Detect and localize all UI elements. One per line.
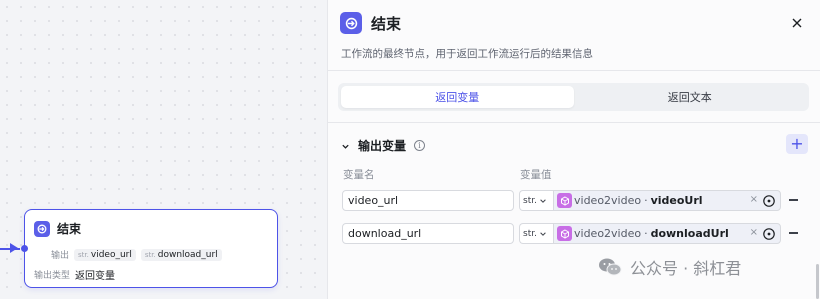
reference-node-name: video2video [574, 194, 642, 207]
end-node-card[interactable]: 结束 输出 str. video_url str. download_url 输… [21, 209, 278, 288]
workflow-canvas[interactable]: 结束 输出 str. video_url str. download_url 输… [0, 0, 327, 299]
tab-return-variable[interactable]: 返回变量 [341, 86, 574, 108]
node-output-row: 输出 str. video_url str. download_url [51, 248, 222, 261]
reference-variable-name: downloadUrl [650, 227, 729, 240]
chevron-down-icon [540, 231, 546, 236]
node-output-type-row: 输出类型 返回变量 [34, 267, 115, 282]
chevron-down-icon[interactable] [341, 136, 350, 155]
watermark-text: 公众号 · 斜杠君 [630, 259, 742, 278]
variable-type-select[interactable]: str. [519, 190, 553, 211]
target-icon[interactable] [762, 194, 776, 208]
variable-reference-field[interactable]: video2video · downloadUrl × [553, 223, 781, 244]
variable-name-input[interactable]: download_url [342, 223, 514, 244]
tab-return-text[interactable]: 返回文本 [574, 86, 807, 108]
edge-arrow-icon [10, 243, 18, 253]
node-settings-panel: 结束 工作流的最终节点，用于返回工作流运行后的结果信息 返回变量 返回文本 输出… [327, 0, 820, 299]
wechat-icon [599, 258, 622, 276]
add-variable-button[interactable]: + [786, 134, 808, 154]
node-output-label: 输出 [51, 251, 70, 261]
panel-title: 结束 [371, 14, 402, 33]
target-icon[interactable] [762, 227, 776, 241]
mode-tabs: 返回变量 返回文本 [338, 83, 809, 111]
end-node-icon [34, 220, 50, 237]
info-icon[interactable]: i [414, 140, 426, 151]
divider [328, 122, 820, 123]
clear-icon[interactable]: × [750, 227, 758, 238]
node-output-type-label: 输出类型 [34, 271, 71, 281]
variable-row: video_url str. video2video · videoUrl × [342, 190, 813, 212]
plugin-cube-icon [557, 226, 572, 241]
node-title: 结束 [57, 222, 82, 236]
close-icon[interactable] [790, 15, 804, 29]
scrollbar[interactable] [816, 264, 819, 299]
node-output-chip: str. video_url [74, 248, 136, 261]
plugin-cube-icon [557, 193, 572, 208]
column-header-value: 变量值 [520, 169, 552, 181]
variable-reference-field[interactable]: video2video · videoUrl × [553, 190, 781, 211]
reference-variable-name: videoUrl [650, 194, 703, 207]
remove-variable-button[interactable] [789, 232, 798, 234]
node-output-chip: str. download_url [140, 248, 222, 261]
clear-icon[interactable]: × [750, 194, 758, 205]
chevron-down-icon [540, 198, 546, 203]
variable-row: download_url str. video2video · download… [342, 223, 813, 245]
variable-name-input[interactable]: video_url [342, 190, 514, 211]
column-header-name: 变量名 [343, 169, 375, 181]
watermark: 公众号 · 斜杠君 [598, 255, 741, 279]
remove-variable-button[interactable] [789, 199, 798, 201]
divider [328, 70, 820, 71]
panel-description: 工作流的最终节点，用于返回工作流运行后的结果信息 [341, 48, 593, 60]
node-output-type-value: 返回变量 [75, 271, 116, 282]
section-title: 输出变量 [358, 139, 407, 153]
node-input-port[interactable] [21, 245, 28, 252]
end-node-icon [340, 12, 362, 34]
variable-type-select[interactable]: str. [519, 223, 553, 244]
reference-node-name: video2video [574, 227, 642, 240]
